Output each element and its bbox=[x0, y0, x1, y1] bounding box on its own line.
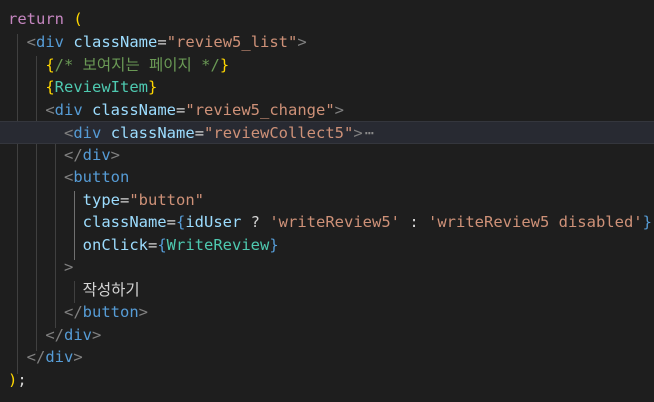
equals-sign: = bbox=[119, 190, 130, 209]
equals-sign: = bbox=[147, 235, 158, 254]
code-line-4[interactable]: {ReviewItem} bbox=[0, 76, 654, 99]
tag-close-bracket: > bbox=[64, 258, 74, 276]
tag-close-bracket: > bbox=[297, 33, 307, 51]
jsx-open-brace: { bbox=[176, 213, 186, 231]
tag-name: div bbox=[82, 145, 111, 164]
tag-open-bracket: < bbox=[64, 168, 74, 186]
tag-name: div bbox=[73, 124, 102, 142]
closing-tag-open: </ bbox=[45, 325, 64, 344]
code-line-12[interactable]: > bbox=[0, 256, 654, 279]
equals-sign: = bbox=[194, 124, 205, 142]
code-line-6-current[interactable]: <div className="reviewCollect5"> ⋯ bbox=[0, 121, 654, 144]
return-keyword: return bbox=[8, 10, 64, 28]
code-line-1[interactable]: return ( bbox=[0, 8, 654, 31]
code-comment: /* 보여지는 페이지 */ bbox=[54, 55, 220, 74]
tag-name: div bbox=[54, 100, 83, 119]
code-editor[interactable]: return ( <div className="review5_list"> … bbox=[0, 0, 654, 402]
folded-region-ellipsis-icon[interactable]: ⋯ bbox=[365, 124, 374, 142]
ternary-colon: : bbox=[400, 213, 428, 231]
tag-close-bracket: > bbox=[73, 348, 83, 366]
attr-name: className bbox=[110, 124, 195, 142]
attr-value: "reviewCollect5" bbox=[204, 124, 354, 142]
attr-name: onClick bbox=[82, 235, 148, 254]
tag-name: button bbox=[73, 168, 130, 186]
code-line-17[interactable]: ); bbox=[0, 369, 654, 392]
jsx-open-brace: { bbox=[45, 55, 55, 74]
code-line-9[interactable]: type="button" bbox=[0, 189, 654, 212]
attr-value: "review5_list" bbox=[166, 33, 298, 51]
equals-sign: = bbox=[166, 213, 176, 231]
tag-open-bracket: < bbox=[26, 33, 37, 51]
tag-name: div bbox=[36, 33, 65, 51]
component-name: ReviewItem bbox=[54, 78, 148, 96]
semicolon: ; bbox=[17, 370, 27, 389]
code-line-10[interactable]: className={idUser ? 'writeReview5' : 'wr… bbox=[0, 211, 654, 234]
code-line-3[interactable]: {/* 보여지는 페이지 */} bbox=[0, 54, 654, 77]
code-line-8[interactable]: <button bbox=[0, 166, 654, 189]
tag-open-bracket: < bbox=[64, 124, 74, 142]
equals-sign: = bbox=[176, 100, 186, 119]
tag-name: button bbox=[82, 303, 139, 321]
closing-tag-open: </ bbox=[64, 145, 83, 164]
tag-name: div bbox=[45, 348, 74, 366]
attr-name: type bbox=[82, 190, 120, 209]
closing-tag-open: </ bbox=[64, 303, 83, 321]
jsx-close-brace: } bbox=[148, 78, 158, 96]
close-paren: ) bbox=[8, 370, 18, 389]
code-line-7[interactable]: </div> bbox=[0, 144, 654, 167]
tag-close-bracket: > bbox=[138, 303, 149, 321]
tag-open-bracket: < bbox=[45, 100, 55, 119]
tag-close-bracket: > bbox=[353, 124, 363, 142]
code-line-2[interactable]: <div className="review5_list"> bbox=[0, 31, 654, 54]
code-line-15[interactable]: </div> bbox=[0, 324, 654, 347]
attr-name: className bbox=[92, 100, 177, 119]
code-line-16[interactable]: </div> bbox=[0, 346, 654, 369]
jsx-close-brace: } bbox=[642, 213, 652, 231]
tag-close-bracket: > bbox=[334, 100, 345, 119]
jsx-close-brace: } bbox=[219, 55, 230, 74]
string-true-branch: 'writeReview5' bbox=[269, 213, 400, 231]
tag-close-bracket: > bbox=[110, 145, 121, 164]
closing-tag-open: </ bbox=[26, 348, 46, 366]
code-line-5[interactable]: <div className="review5_change"> bbox=[0, 99, 654, 122]
jsx-open-brace: { bbox=[157, 235, 167, 254]
tag-name: div bbox=[64, 325, 92, 344]
code-line-11[interactable]: onClick={WriteReview} bbox=[0, 234, 654, 257]
jsx-close-brace: } bbox=[269, 235, 279, 254]
attr-name: className bbox=[82, 213, 167, 231]
code-line-13[interactable]: 작성하기 bbox=[0, 279, 654, 302]
equals-sign: = bbox=[157, 33, 167, 51]
attr-value: "button" bbox=[129, 190, 204, 209]
jsx-text: 작성하기 bbox=[82, 280, 140, 299]
variable-name: idUser bbox=[185, 213, 242, 231]
tag-close-bracket: > bbox=[92, 325, 102, 344]
string-false-branch: 'writeReview5 disabled' bbox=[428, 213, 643, 231]
attr-name: className bbox=[73, 33, 158, 51]
function-name: WriteReview bbox=[166, 235, 270, 254]
code-line-14[interactable]: </button> bbox=[0, 301, 654, 324]
open-paren: ( bbox=[73, 10, 83, 28]
attr-value: "review5_change" bbox=[185, 100, 335, 119]
jsx-open-brace: { bbox=[45, 78, 55, 96]
ternary-question: ? bbox=[241, 213, 270, 231]
